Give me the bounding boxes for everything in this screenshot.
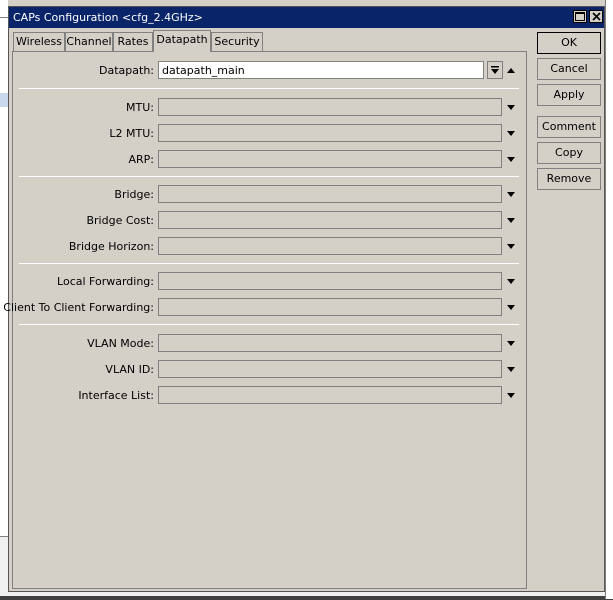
separator xyxy=(19,88,519,89)
l2mtu-row: L2 MTU: xyxy=(13,124,528,143)
client-to-client-forwarding-row: Client To Client Forwarding: xyxy=(3,298,528,317)
interface-list-field[interactable] xyxy=(158,386,502,404)
bridge-label: Bridge: xyxy=(114,188,154,201)
dropdown-arrow-down-icon[interactable] xyxy=(505,302,517,312)
background-window-edge-right xyxy=(605,0,613,599)
close-button[interactable] xyxy=(589,10,603,23)
tab-security[interactable]: Security xyxy=(211,32,263,52)
vlan-mode-field[interactable] xyxy=(158,334,502,352)
vlan-id-field[interactable] xyxy=(158,360,502,378)
dropdown-arrow-down-icon[interactable] xyxy=(505,276,517,286)
arp-label: ARP: xyxy=(128,153,154,166)
dropdown-arrow-down-icon[interactable] xyxy=(505,338,517,348)
separator xyxy=(19,176,519,177)
ok-button[interactable]: OK xyxy=(537,32,601,54)
tab-channel[interactable]: Channel xyxy=(65,32,113,52)
dropdown-arrow-down-icon[interactable] xyxy=(505,390,517,400)
local-forwarding-field[interactable] xyxy=(158,272,502,290)
background-window-edge-left xyxy=(0,0,8,599)
arp-field[interactable] xyxy=(158,150,502,168)
bridge-row: Bridge: xyxy=(13,185,528,204)
datapath-label: Datapath: xyxy=(99,64,154,77)
bridge-cost-field[interactable] xyxy=(158,211,502,229)
dropdown-arrow-up-icon[interactable] xyxy=(505,65,517,75)
dropdown-arrow-down-icon[interactable] xyxy=(505,241,517,251)
separator xyxy=(19,263,519,264)
interface-list-row: Interface List: xyxy=(13,386,528,405)
bridge-field[interactable] xyxy=(158,185,502,203)
comment-button[interactable]: Comment xyxy=(537,116,601,138)
bridge-cost-row: Bridge Cost: xyxy=(13,211,528,230)
client-to-client-forwarding-field[interactable] xyxy=(158,298,502,316)
tab-rates[interactable]: Rates xyxy=(113,32,153,52)
datapath-row: Datapath: datapath_main xyxy=(13,61,528,80)
apply-button[interactable]: Apply xyxy=(537,84,601,106)
bridge-horizon-label: Bridge Horizon: xyxy=(68,240,154,253)
datapath-panel: Datapath: datapath_main MTU: L2 MTU: ARP… xyxy=(3,51,528,589)
dropdown-arrow-down-icon[interactable] xyxy=(505,102,517,112)
bridge-horizon-row: Bridge Horizon: xyxy=(13,237,528,256)
dropdown-arrow-down-icon[interactable] xyxy=(505,154,517,164)
mtu-label: MTU: xyxy=(126,101,154,114)
client-to-client-forwarding-label: Client To Client Forwarding: xyxy=(3,301,154,314)
interface-list-label: Interface List: xyxy=(78,389,154,402)
dropdown-arrow-down-icon[interactable] xyxy=(505,364,517,374)
bridge-horizon-field[interactable] xyxy=(158,237,502,255)
background-divider xyxy=(0,17,8,18)
dropdown-arrow-down-icon[interactable] xyxy=(505,128,517,138)
background-taskbar xyxy=(0,596,613,600)
l2mtu-label: L2 MTU: xyxy=(109,127,154,140)
maximize-icon xyxy=(575,12,585,21)
title-bar[interactable]: CAPs Configuration <cfg_2.4GHz> xyxy=(9,7,604,28)
datapath-dropdown-button[interactable] xyxy=(487,61,503,79)
vlan-mode-row: VLAN Mode: xyxy=(13,334,528,353)
dropdown-arrow-down-icon[interactable] xyxy=(505,215,517,225)
remove-button[interactable]: Remove xyxy=(537,168,601,190)
tab-datapath[interactable]: Datapath xyxy=(153,30,211,52)
close-icon xyxy=(591,12,601,21)
arp-row: ARP: xyxy=(13,150,528,169)
caps-configuration-dialog: CAPs Configuration <cfg_2.4GHz> Wireless… xyxy=(3,6,605,592)
dropdown-arrow-icon xyxy=(491,66,499,74)
vlan-mode-label: VLAN Mode: xyxy=(87,337,154,350)
copy-button[interactable]: Copy xyxy=(537,142,601,164)
bridge-cost-label: Bridge Cost: xyxy=(86,214,154,227)
datapath-field[interactable]: datapath_main xyxy=(158,61,484,79)
dropdown-arrow-down-icon[interactable] xyxy=(505,189,517,199)
l2mtu-field[interactable] xyxy=(158,124,502,142)
tab-wireless[interactable]: Wireless xyxy=(13,32,65,52)
local-forwarding-row: Local Forwarding: xyxy=(13,272,528,291)
separator xyxy=(19,324,519,325)
vlan-id-label: VLAN ID: xyxy=(105,363,154,376)
background-selected-row xyxy=(0,93,8,107)
mtu-row: MTU: xyxy=(13,98,528,117)
local-forwarding-label: Local Forwarding: xyxy=(57,275,154,288)
mtu-field[interactable] xyxy=(158,98,502,116)
maximize-button[interactable] xyxy=(573,10,587,23)
datapath-value: datapath_main xyxy=(162,64,245,77)
vlan-id-row: VLAN ID: xyxy=(13,360,528,379)
window-title: CAPs Configuration <cfg_2.4GHz> xyxy=(13,11,203,24)
cancel-button[interactable]: Cancel xyxy=(537,58,601,80)
